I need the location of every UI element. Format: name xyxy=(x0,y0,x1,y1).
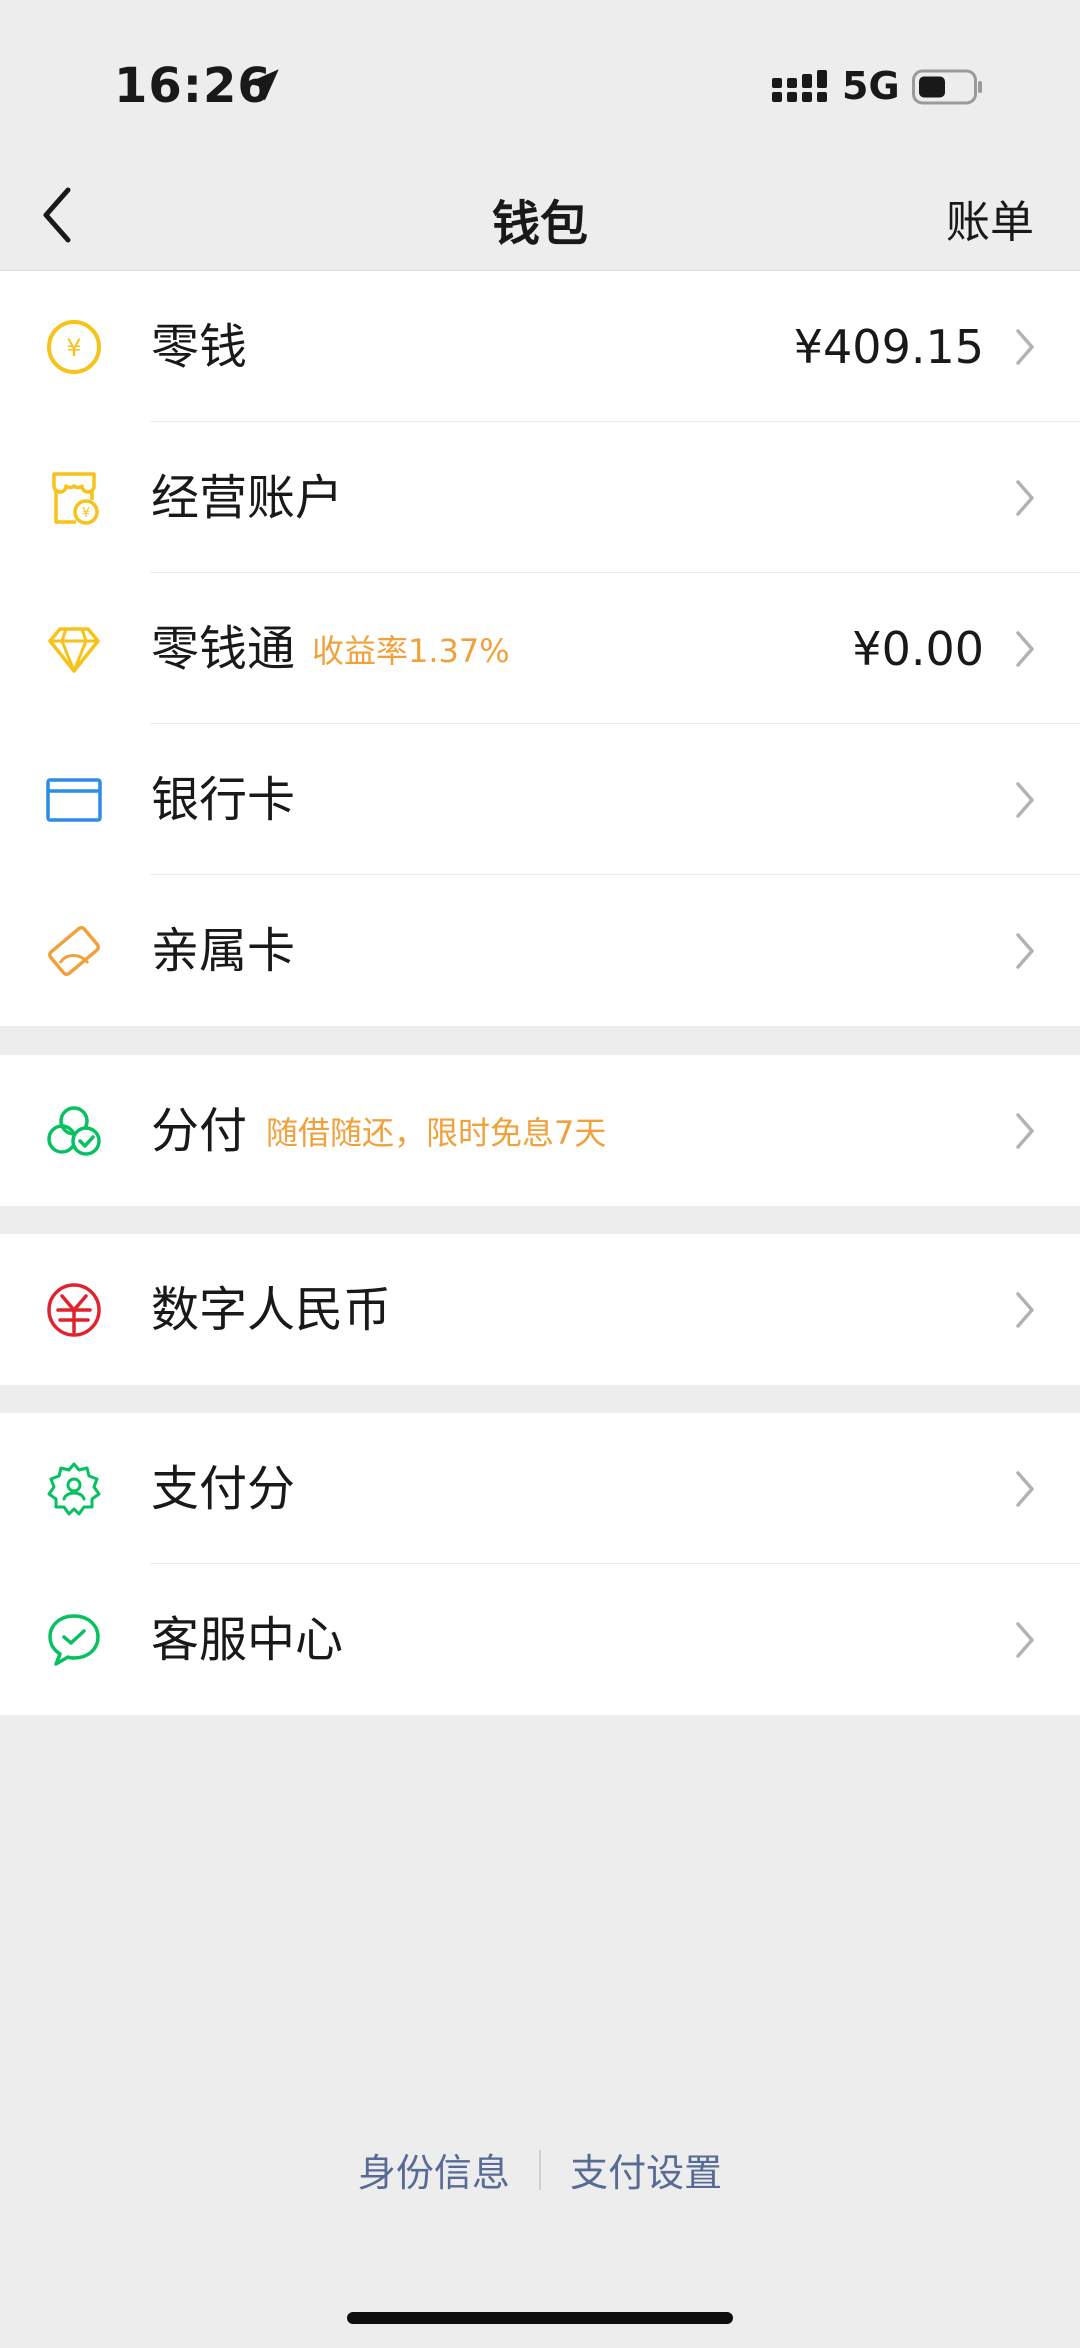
payment-settings-link[interactable]: 支付设置 xyxy=(570,2142,722,2197)
row-label: 零钱 xyxy=(151,319,248,375)
family-card-icon xyxy=(48,926,100,976)
wallet-group-main: ¥ 零钱 ¥409.15 ¥ 经营账户 零钱通 收益率1.37% ¥0.00 银… xyxy=(0,271,1080,1026)
diamond-icon xyxy=(48,627,100,673)
row-label: 支付分 xyxy=(151,1461,296,1517)
row-bank-card[interactable]: 银行卡 xyxy=(0,724,1080,875)
score-badge-icon xyxy=(47,1462,101,1516)
identity-info-link[interactable]: 身份信息 xyxy=(358,2142,510,2197)
bill-button[interactable]: 账单 xyxy=(946,186,1034,250)
row-label: 银行卡 xyxy=(151,772,296,828)
promo-tag: 随借随还，限时免息7天 xyxy=(266,1114,607,1152)
chevron-right-icon xyxy=(1016,1622,1034,1658)
row-label: 零钱通 xyxy=(151,621,296,677)
row-label: 经营账户 xyxy=(151,470,344,526)
footer-separator xyxy=(539,2149,541,2190)
row-label: 亲属卡 xyxy=(151,923,296,979)
chevron-right-icon xyxy=(1016,1113,1034,1149)
row-business-account[interactable]: ¥ 经营账户 xyxy=(0,422,1080,573)
bank-card-icon xyxy=(46,778,102,822)
wallet-screen: 16:26 5G 钱包 账单 ¥ 零钱 ¥409.15 ¥ 经营账户 零钱通 收… xyxy=(0,0,1080,2348)
row-digital-rmb[interactable]: 数字人民币 xyxy=(0,1234,1080,1385)
chevron-right-icon xyxy=(1016,631,1034,667)
wallet-group-fenfu: 分付 随借随还，限时免息7天 xyxy=(0,1055,1080,1206)
lingqiantong-value: ¥0.00 xyxy=(852,622,984,676)
svg-text:¥: ¥ xyxy=(66,334,81,362)
row-label: 数字人民币 xyxy=(151,1282,392,1338)
nav-bar: 钱包 账单 xyxy=(0,160,1080,270)
yuan-coin-icon: ¥ xyxy=(47,320,101,374)
store-icon: ¥ xyxy=(52,472,99,525)
chevron-right-icon xyxy=(1016,329,1034,365)
balance-value: ¥409.15 xyxy=(793,320,984,374)
chevron-right-icon xyxy=(1016,1471,1034,1507)
row-fenfu[interactable]: 分付 随借随还，限时免息7天 xyxy=(0,1055,1080,1206)
row-change[interactable]: ¥ 零钱 ¥409.15 xyxy=(0,271,1080,422)
location-arrow-icon xyxy=(247,69,279,101)
row-payment-score[interactable]: 支付分 xyxy=(0,1413,1080,1564)
chat-check-icon xyxy=(48,1614,100,1666)
chevron-right-icon xyxy=(1016,1292,1034,1328)
home-indicator[interactable] xyxy=(347,2312,733,2324)
battery-icon xyxy=(912,69,982,105)
clover-check-icon xyxy=(47,1106,101,1156)
wallet-group-services: 支付分 客服中心 xyxy=(0,1413,1080,1715)
row-family-card[interactable]: 亲属卡 xyxy=(0,875,1080,1026)
svg-text:¥: ¥ xyxy=(82,506,90,521)
yield-rate-tag: 收益率1.37% xyxy=(312,632,510,670)
chevron-right-icon xyxy=(1016,782,1034,818)
footer-links: 身份信息 支付设置 xyxy=(0,2142,1080,2198)
digital-rmb-icon xyxy=(47,1283,101,1337)
wallet-group-ecny: 数字人民币 xyxy=(0,1234,1080,1385)
chevron-right-icon xyxy=(1016,480,1034,516)
chevron-right-icon xyxy=(1016,933,1034,969)
network-label: 5G xyxy=(842,64,900,108)
row-lingqiantong[interactable]: 零钱通 收益率1.37% ¥0.00 xyxy=(0,573,1080,724)
row-customer-service[interactable]: 客服中心 xyxy=(0,1564,1080,1715)
row-label: 客服中心 xyxy=(151,1612,344,1668)
row-label: 分付 xyxy=(151,1103,248,1159)
signal-dots-icon xyxy=(772,70,827,102)
page-title: 钱包 xyxy=(491,196,588,252)
status-bar: 16:26 5G xyxy=(0,0,1080,160)
